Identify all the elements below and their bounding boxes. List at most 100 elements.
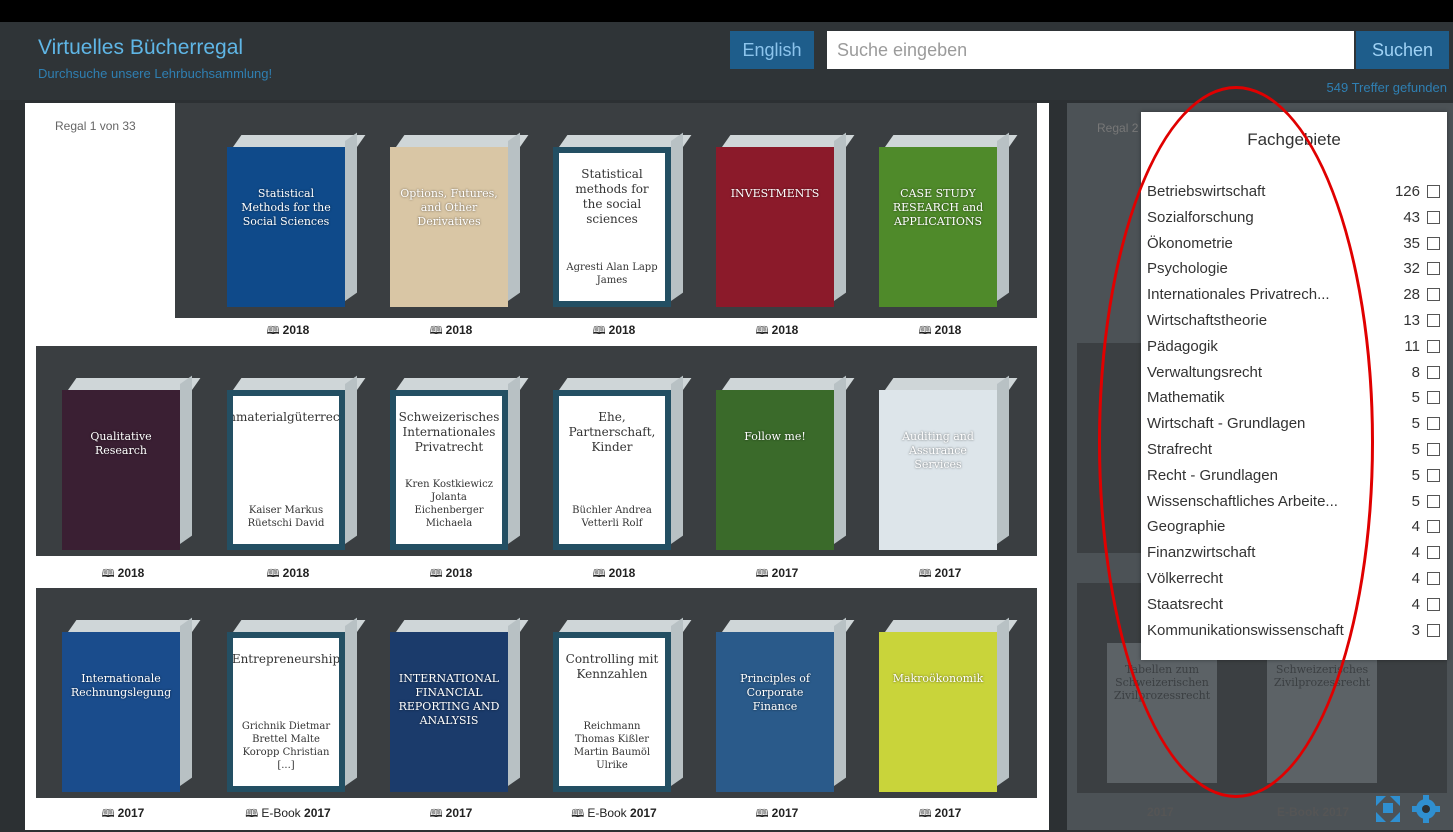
book-year-value: 2018 [445,566,473,580]
book[interactable]: Controlling mit Kennzahlen Reichmann Thom… [553,617,692,792]
search-button[interactable]: Suchen [1356,31,1449,69]
book[interactable]: Principles of Corporate Finance [716,617,855,792]
filter-checkbox[interactable] [1427,236,1440,250]
book-cover[interactable]: Principles of Corporate Finance [716,632,834,792]
filter-checkbox[interactable] [1427,314,1440,327]
book-title: INVESTMENTS [730,187,820,200]
filter-item-count: 43 [1403,208,1420,226]
filter-checkbox[interactable] [1427,572,1440,585]
book-year: 🕮 2017 [712,565,842,584]
book[interactable]: Statistical Methods for the Social Scien… [227,132,366,307]
filter-checkbox[interactable] [1427,443,1440,456]
book-title: Statistical methods for the social scien… [575,167,649,226]
filter-checkbox[interactable] [1427,468,1440,482]
book-cover[interactable]: Immaterialgüterrecht Kaiser Markus Rüetsc… [227,390,345,550]
book-side-edge [997,132,1009,301]
book-year: 🕮 2017 [58,805,188,824]
book[interactable]: Auditing and Assurance Services [879,375,1018,550]
book-cover[interactable]: Schweizerisches Internationales Privatre… [390,390,508,550]
filter-checkbox[interactable] [1427,365,1440,379]
expand-icon[interactable] [1376,796,1400,822]
book-cover[interactable]: INTERNATIONAL FINANCIAL REPORTING AND AN… [390,632,508,792]
filter-checkbox[interactable] [1427,520,1440,534]
book[interactable]: Makroökonomik [879,617,1018,792]
filter-checkbox[interactable] [1427,417,1440,431]
search-input[interactable] [827,31,1354,69]
book[interactable]: Qualitative Research [62,375,201,550]
book-year: 🕮 2018 [386,565,516,584]
book-cover[interactable]: Entrepreneurship Grichnik Dietmar Brettel… [227,632,345,792]
shelf-label: Regal 1 von 33 [55,119,136,133]
filter-checkbox[interactable] [1427,546,1440,560]
book-cover[interactable]: Follow me! [716,390,834,550]
book-cover[interactable]: Auditing and Assurance Services [879,390,997,550]
filter-checkbox[interactable] [1427,185,1440,198]
filter-checkbox[interactable] [1427,339,1440,353]
book-year-value: 2017 [304,806,331,820]
book-year: 🕮 2018 [58,565,188,584]
book-cover[interactable]: Statistical methods for the social scien… [553,147,671,307]
book[interactable]: Ehe, Partnerschaft, Kinder Büchler Andrea… [553,375,692,550]
book[interactable]: INVESTMENTS [716,132,855,307]
book[interactable]: Immaterialgüterrecht Kaiser Markus Rüetsc… [227,375,366,550]
book[interactable]: Options, Futures, and Other Derivatives [390,132,529,307]
book-title: Auditing and Assurance Services [902,430,974,471]
filter-item-count: 5 [1411,492,1420,510]
filter-item-count: 4 [1411,518,1420,536]
book-year: 🕮 2017 [875,565,1005,584]
book-icon: 🕮 [755,325,772,337]
book-cover[interactable]: Controlling mit Kennzahlen Reichmann Thom… [553,632,671,792]
book[interactable]: INTERNATIONAL FINANCIAL REPORTING AND AN… [390,617,529,792]
book-title: Principles of Corporate Finance [740,672,810,713]
book-cover[interactable]: Ehe, Partnerschaft, Kinder Büchler Andrea… [553,390,671,550]
book[interactable]: Internationale Rechnungslegung [62,617,201,792]
filter-item-count: 5 [1411,466,1420,484]
book-authors: Agresti Alan Lapp James [566,262,658,286]
book-cover[interactable]: Qualitative Research [62,390,180,550]
book-side-edge [508,617,520,786]
book-authors: Reichmann Thomas Kißler Martin Baumöl Ul… [573,721,651,771]
book-side-edge [671,617,683,786]
filter-item-count: 11 [1404,337,1420,355]
filter-checkbox[interactable] [1427,210,1440,224]
toolbar [1374,794,1444,829]
book-year-value: 2017 [445,806,473,820]
book-icon: 🕮 [918,808,935,820]
book-cover[interactable]: INVESTMENTS [716,147,834,307]
book[interactable]: CASE STUDY RESEARCH and APPLICATIONS [879,132,1018,307]
book-title: Entrepreneurship [231,652,341,666]
filter-item-count: 35 [1403,234,1420,252]
book-side-edge [180,375,192,544]
filter-checkbox[interactable] [1427,288,1440,302]
filter-item-count: 5 [1411,415,1420,433]
book-cover[interactable]: Internationale Rechnungslegung [62,632,180,792]
filter-checkbox[interactable] [1427,597,1440,611]
book-side-edge [834,132,846,301]
filter-checkbox[interactable] [1427,391,1440,405]
book[interactable]: Schweizerisches Internationales Privatre… [390,375,529,550]
language-button[interactable]: English [730,31,814,69]
book-title: INTERNATIONAL FINANCIAL REPORTING AND AN… [398,672,500,727]
filter-checkbox[interactable] [1427,262,1440,276]
book-title: Qualitative Research [90,430,152,457]
icon-group [1376,795,1440,823]
book-side-edge [180,617,192,786]
book[interactable]: Follow me! [716,375,855,550]
book-icon: 🕮 [592,325,609,337]
book-cover[interactable]: CASE STUDY RESEARCH and APPLICATIONS [879,147,997,307]
book-cover[interactable]: Makroökonomik [879,632,997,792]
filter-checkbox[interactable] [1427,623,1440,637]
book-icon: 🕮 [266,568,283,580]
book-cover[interactable]: Statistical Methods for the Social Scien… [227,147,345,307]
book-title: Statistical Methods for the Social Scien… [241,187,331,228]
book[interactable]: Entrepreneurship Grichnik Dietmar Brettel… [227,617,366,792]
book-year: 🕮 E-Book 2017 [223,805,353,824]
book-cover[interactable]: Options, Futures, and Other Derivatives [390,147,508,307]
filter-checkbox[interactable] [1427,494,1440,508]
book-side-edge [671,132,683,301]
highlight-annotation [1098,86,1374,798]
book-icon: 🕮 [755,568,772,580]
book-year-value: 2018 [117,566,145,580]
book[interactable]: Statistical methods for the social scien… [553,132,692,307]
gear-icon[interactable] [1412,795,1440,823]
